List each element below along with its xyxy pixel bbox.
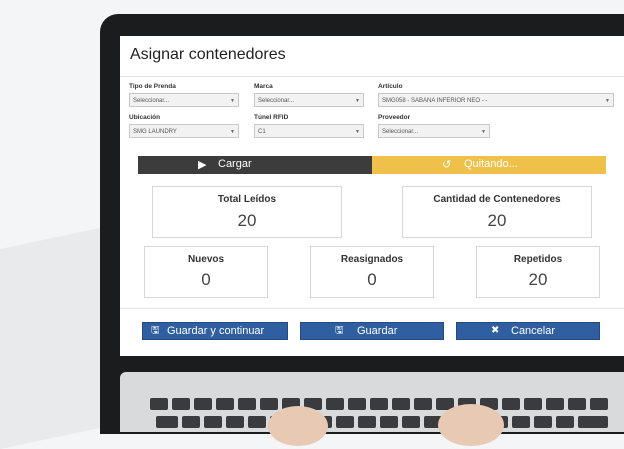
undo-icon: ↺ — [442, 159, 452, 171]
key — [546, 398, 564, 410]
key — [248, 416, 266, 428]
key — [512, 416, 530, 428]
key — [150, 398, 168, 410]
chevron-down-icon: ▼ — [355, 129, 360, 135]
quitando-button[interactable]: ↺ Quitando... — [372, 156, 606, 174]
reasignados-label: Reasignados — [340, 254, 404, 265]
articulo-value: SMG058 - SABANA INFERIOR NEO - - — [382, 98, 488, 104]
tipo-prenda-label: Tipo de Prenda — [129, 83, 176, 90]
chevron-down-icon: ▼ — [230, 98, 235, 104]
keyboard-keys — [150, 392, 624, 446]
page-title: Asignar contenedores — [130, 46, 286, 63]
repetidos-value: 20 — [528, 270, 548, 289]
key — [370, 398, 388, 410]
key — [348, 398, 366, 410]
key — [226, 416, 244, 428]
cantidad-contenedores-label: Cantidad de Contenedores — [433, 194, 561, 205]
nuevos-value: 0 — [201, 270, 211, 289]
app-screen: Asignar contenedores Tipo de Prenda Sele… — [120, 36, 624, 356]
tunel-value: C1 — [258, 129, 266, 135]
proveedor-select[interactable]: Seleccionar... ▼ — [378, 124, 490, 138]
key — [156, 416, 178, 428]
proveedor-label: Proveedor — [378, 114, 411, 121]
marca-value: Seleccionar... — [258, 98, 295, 104]
reasignados-value: 0 — [367, 270, 377, 289]
tipo-prenda-value: Seleccionar... — [133, 98, 170, 104]
guardar-label: Guardar — [357, 325, 398, 337]
play-icon: ▶ — [198, 159, 207, 171]
total-leidos-label: Total Leídos — [217, 194, 277, 205]
key — [578, 416, 608, 428]
repetidos-label: Repetidos — [513, 254, 563, 265]
key — [380, 416, 398, 428]
quitando-label: Quitando... — [464, 158, 518, 170]
ubicacion-label: Ubicación — [129, 114, 161, 121]
ubicacion-select[interactable]: SMG LAUNDRY ▼ — [129, 124, 239, 138]
title-divider — [120, 76, 624, 77]
key — [392, 398, 410, 410]
key — [216, 398, 234, 410]
key — [402, 416, 420, 428]
cantidad-contenedores-value: 20 — [487, 211, 507, 230]
key — [590, 398, 608, 410]
repetidos-card: Repetidos 20 — [476, 246, 600, 298]
right-hand — [438, 404, 504, 446]
tipo-prenda-select[interactable]: Seleccionar... ▼ — [129, 93, 239, 107]
cantidad-contenedores-card: Cantidad de Contenedores 20 — [402, 186, 592, 238]
key — [204, 416, 222, 428]
nuevos-card: Nuevos 0 — [144, 246, 268, 298]
left-hand — [268, 406, 328, 446]
cargar-button[interactable]: ▶ Cargar — [138, 156, 372, 174]
key — [172, 398, 190, 410]
key — [358, 416, 376, 428]
save-icon: 🖫 — [335, 325, 344, 336]
articulo-label: Artículo — [378, 83, 403, 90]
guardar-button[interactable]: 🖫 Guardar — [300, 322, 444, 340]
cargar-label: Cargar — [218, 158, 252, 170]
key — [260, 398, 278, 410]
close-icon: ✖ — [491, 325, 500, 336]
save-icon: 🖫 — [151, 325, 160, 336]
key — [502, 398, 520, 410]
marca-select[interactable]: Seleccionar... ▼ — [254, 93, 364, 107]
cancelar-label: Cancelar — [511, 325, 556, 337]
articulo-select[interactable]: SMG058 - SABANA INFERIOR NEO - - ▼ — [378, 93, 614, 107]
key — [326, 398, 344, 410]
key — [414, 398, 432, 410]
guardar-continuar-label: Guardar y continuar — [167, 325, 265, 337]
proveedor-value: Seleccionar... — [382, 129, 419, 135]
tunel-label: Túnel RFID — [254, 114, 289, 121]
key — [194, 398, 212, 410]
total-leidos-value: 20 — [237, 211, 257, 230]
reasignados-card: Reasignados 0 — [310, 246, 434, 298]
key — [568, 398, 586, 410]
marca-label: Marca — [254, 83, 273, 90]
key — [556, 416, 574, 428]
key — [238, 398, 256, 410]
nuevos-label: Nuevos — [187, 254, 225, 265]
chevron-down-icon: ▼ — [605, 98, 610, 104]
cancelar-button[interactable]: ✖ Cancelar — [456, 322, 600, 340]
ubicacion-value: SMG LAUNDRY — [133, 129, 177, 135]
key — [182, 416, 200, 428]
key — [336, 416, 354, 428]
key — [534, 416, 552, 428]
chevron-down-icon: ▼ — [230, 129, 235, 135]
total-leidos-card: Total Leídos 20 — [152, 186, 342, 238]
footer-divider — [120, 308, 624, 309]
chevron-down-icon: ▼ — [355, 98, 360, 104]
chevron-down-icon: ▼ — [481, 129, 486, 135]
tunel-select[interactable]: C1 ▼ — [254, 124, 364, 138]
guardar-continuar-button[interactable]: 🖫 Guardar y continuar — [142, 322, 288, 340]
key — [524, 398, 542, 410]
